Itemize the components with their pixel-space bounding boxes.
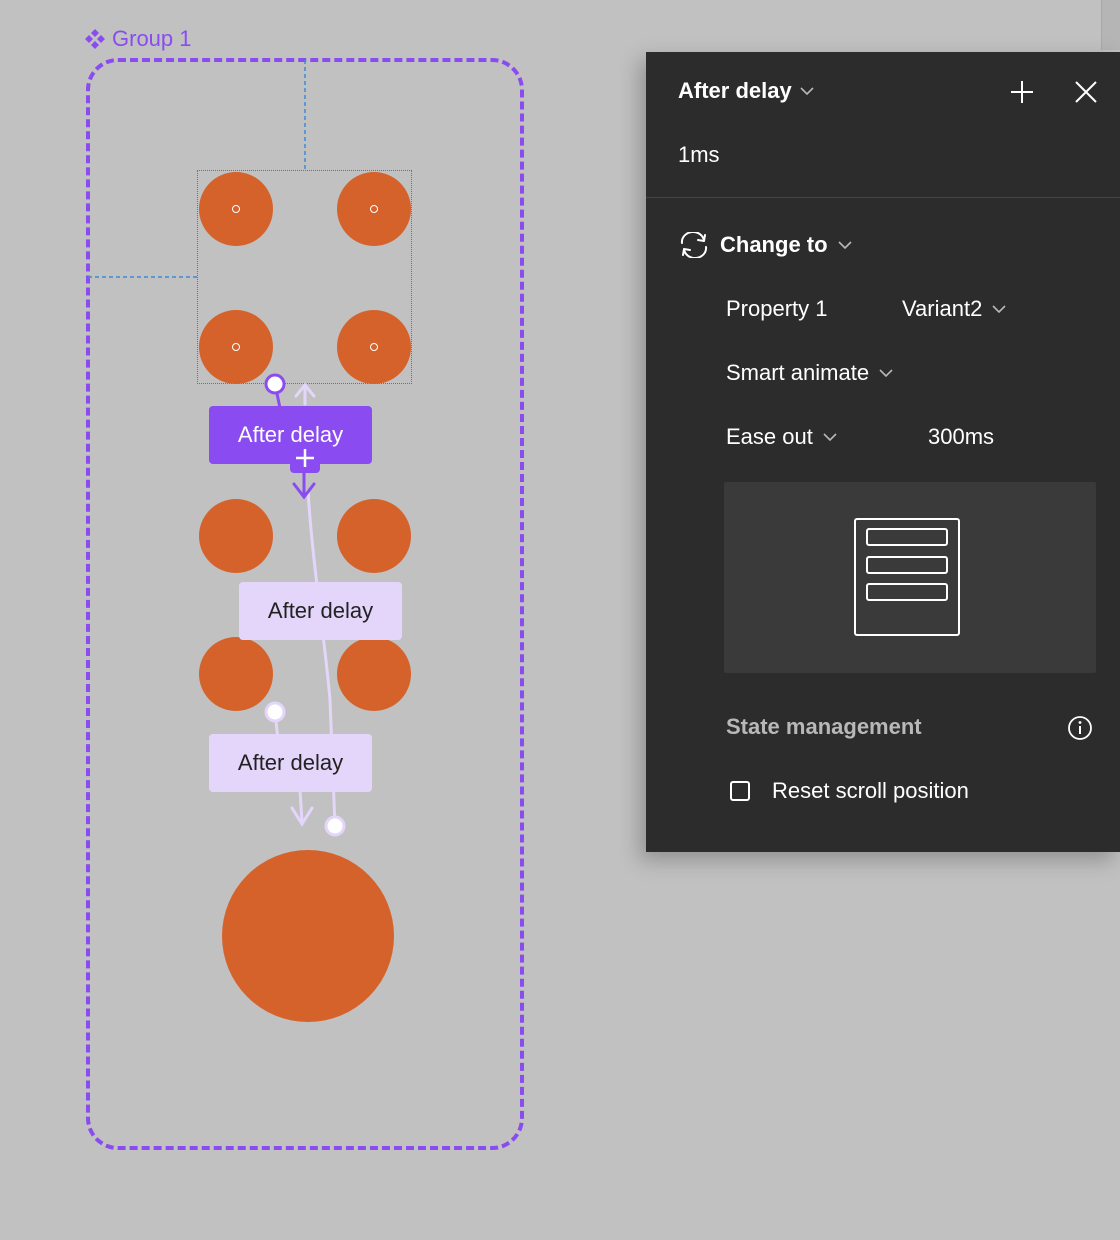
reset-scroll-label: Reset scroll position (772, 778, 969, 803)
interaction-chip[interactable]: After delay (239, 582, 402, 640)
swap-icon (680, 232, 708, 258)
variant1-circle[interactable] (199, 172, 273, 246)
action-label: Change to (720, 232, 828, 257)
chevron-down-icon (992, 305, 1006, 314)
easing-label: Ease out (726, 424, 813, 449)
chevron-down-icon (800, 87, 814, 96)
info-icon (1068, 716, 1092, 740)
component-icon (85, 29, 105, 49)
reset-scroll-option[interactable]: Reset scroll position (730, 778, 969, 804)
duration-input[interactable]: 300ms (928, 424, 994, 450)
chevron-down-icon (879, 369, 893, 378)
group-label[interactable]: Group 1 (84, 26, 192, 52)
trigger-label: After delay (678, 78, 792, 103)
plus-icon (1011, 81, 1033, 103)
chevron-down-icon (837, 241, 852, 250)
duration-value: 300ms (928, 424, 995, 449)
variant1-circle[interactable] (199, 310, 273, 384)
variant3-circle[interactable] (222, 850, 394, 1022)
center-point (232, 205, 240, 213)
info-button[interactable] (1062, 710, 1098, 746)
animation-label: Smart animate (726, 360, 870, 385)
close-button[interactable] (1068, 74, 1104, 110)
plus-icon (296, 449, 314, 467)
preview-bar (866, 583, 948, 601)
add-action-button[interactable] (1004, 74, 1040, 110)
center-point (232, 343, 240, 351)
delay-input[interactable]: 1ms (678, 142, 720, 168)
variant1-circle[interactable] (337, 172, 411, 246)
add-interaction-button[interactable] (290, 443, 320, 473)
interaction-chip[interactable]: After delay (209, 734, 372, 792)
group-label-text: Group 1 (112, 26, 192, 51)
variant2-circle[interactable] (199, 499, 273, 573)
device-preview-icon (854, 518, 960, 636)
animation-preview (724, 482, 1096, 673)
chevron-down-icon (823, 433, 837, 442)
state-management-label: State management (726, 714, 922, 739)
property-name-label: Property 1 (726, 296, 828, 321)
interaction-chip-label: After delay (267, 598, 374, 623)
interaction-details-panel: After delay 1ms Change to Property 1 Var… (646, 52, 1120, 852)
property-value-dropdown[interactable]: Variant2 (902, 296, 1006, 322)
canvas-scroll-edge (1101, 0, 1120, 50)
variant2-circle[interactable] (337, 499, 411, 573)
reset-scroll-checkbox[interactable] (730, 781, 750, 801)
property-value-label: Variant2 (902, 296, 983, 321)
trigger-dropdown[interactable]: After delay (678, 78, 814, 104)
action-dropdown[interactable]: Change to (678, 232, 852, 258)
state-management-heading: State management (726, 714, 922, 740)
variant2-circle[interactable] (199, 637, 273, 711)
easing-dropdown[interactable]: Ease out (726, 424, 837, 450)
animation-dropdown[interactable]: Smart animate (726, 360, 893, 386)
center-point (370, 343, 378, 351)
variant1-circle[interactable] (337, 310, 411, 384)
preview-bar (866, 528, 948, 546)
property-name: Property 1 (726, 296, 828, 322)
preview-bar (866, 556, 948, 574)
panel-header: After delay 1ms (646, 52, 1120, 198)
interaction-chip-label: After delay (237, 750, 344, 775)
close-icon (1075, 81, 1097, 103)
variant2-circle[interactable] (337, 637, 411, 711)
center-point (370, 205, 378, 213)
